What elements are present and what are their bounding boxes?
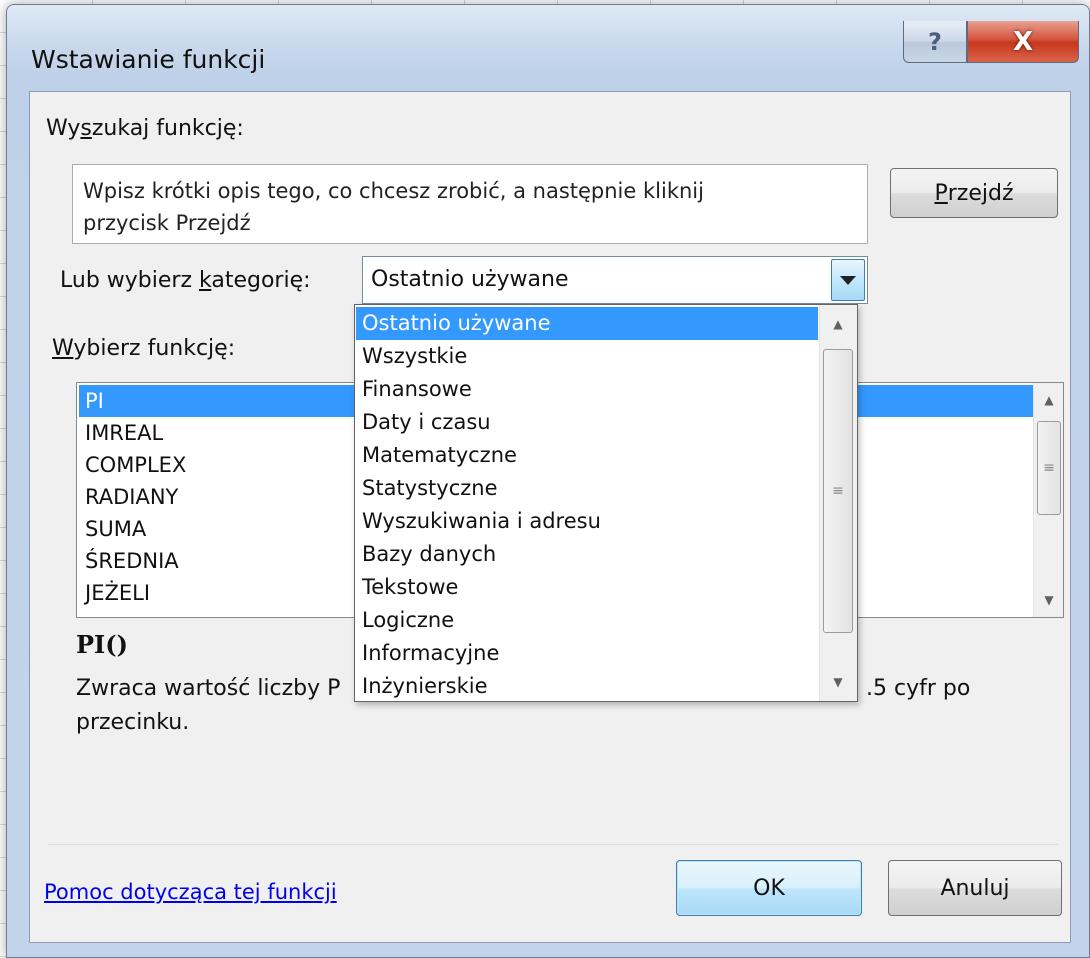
category-option[interactable]: Inżynierskie bbox=[356, 670, 818, 701]
category-option[interactable]: Matematyczne bbox=[356, 439, 818, 472]
category-option[interactable]: Tekstowe bbox=[356, 571, 818, 604]
category-option[interactable]: Ostatnio używane bbox=[356, 307, 818, 340]
function-description-part: .5 cyfr po bbox=[866, 676, 971, 701]
category-dropdown-scrollbar[interactable]: ▲ ≡ ▼ bbox=[819, 305, 857, 701]
search-label-part: Wy bbox=[46, 116, 81, 141]
category-option[interactable]: Logiczne bbox=[356, 604, 818, 637]
go-button-label-part: rzejdź bbox=[947, 180, 1014, 206]
category-option[interactable]: Daty i czasu bbox=[356, 406, 818, 439]
function-list-label-accelerator: W bbox=[52, 336, 74, 361]
search-label: Wyszukaj funkcję: bbox=[46, 116, 244, 141]
category-select[interactable]: Ostatnio używane bbox=[362, 256, 868, 304]
function-description-part: Zwraca wartość liczby P bbox=[76, 676, 341, 701]
go-button-accelerator: P bbox=[934, 180, 948, 206]
search-input-line: Wpisz krótki opis tego, co chcesz zrobić… bbox=[83, 179, 704, 203]
search-input-line: przycisk Przejdź bbox=[83, 211, 251, 235]
scroll-up-icon[interactable]: ▲ bbox=[1034, 385, 1064, 415]
category-select-value: Ostatnio używane bbox=[371, 267, 569, 292]
help-button[interactable]: ? bbox=[903, 21, 967, 63]
scroll-thumb[interactable]: ≡ bbox=[823, 349, 853, 633]
scroll-thumb[interactable]: ≡ bbox=[1037, 421, 1061, 515]
category-option[interactable]: Wyszukiwania i adresu bbox=[356, 505, 818, 538]
close-button[interactable]: X bbox=[967, 21, 1079, 63]
cancel-button[interactable]: Anuluj bbox=[888, 860, 1062, 916]
search-label-accelerator: s bbox=[80, 116, 92, 141]
function-description-line: przecinku. bbox=[76, 710, 190, 735]
category-label-part: ategorię: bbox=[211, 268, 311, 293]
function-list-label-part: ybierz funkcję: bbox=[73, 336, 236, 361]
title-bar[interactable]: Wstawianie funkcji ? X bbox=[7, 5, 1089, 85]
function-list-scrollbar[interactable]: ▲ ≡ ▼ bbox=[1033, 383, 1063, 617]
chevron-down-icon bbox=[840, 275, 856, 285]
function-list-label: Wybierz funkcję: bbox=[52, 336, 235, 361]
category-option[interactable]: Informacyjne bbox=[356, 637, 818, 670]
function-signature: PI() bbox=[76, 630, 128, 659]
search-input[interactable]: Wpisz krótki opis tego, co chcesz zrobić… bbox=[72, 164, 868, 244]
category-option[interactable]: Statystyczne bbox=[356, 472, 818, 505]
category-label-part: Lub wybierz bbox=[60, 268, 199, 293]
scroll-down-icon[interactable]: ▼ bbox=[1034, 585, 1064, 615]
category-label-accelerator: k bbox=[198, 268, 212, 293]
category-option[interactable]: Wszystkie bbox=[356, 340, 818, 373]
help-link[interactable]: Pomoc dotycząca tej funkcji bbox=[44, 880, 337, 904]
category-option[interactable]: Finansowe bbox=[356, 373, 818, 406]
ok-button[interactable]: OK bbox=[676, 860, 862, 916]
close-icon: X bbox=[1012, 26, 1034, 57]
category-dropdown-button[interactable] bbox=[831, 259, 865, 301]
category-label: Lub wybierz kategorię: bbox=[60, 268, 311, 293]
search-label-part: zukaj funkcję: bbox=[91, 116, 244, 141]
dialog-title: Wstawianie funkcji bbox=[31, 45, 266, 74]
footer-divider bbox=[48, 844, 1058, 845]
scroll-down-icon[interactable]: ▼ bbox=[820, 667, 856, 697]
category-dropdown-list[interactable]: Ostatnio używane Wszystkie Finansowe Dat… bbox=[354, 304, 858, 702]
go-button[interactable]: Przejdź bbox=[890, 168, 1058, 218]
category-option[interactable]: Bazy danych bbox=[356, 538, 818, 571]
help-icon: ? bbox=[928, 27, 942, 56]
scroll-up-icon[interactable]: ▲ bbox=[820, 309, 856, 339]
